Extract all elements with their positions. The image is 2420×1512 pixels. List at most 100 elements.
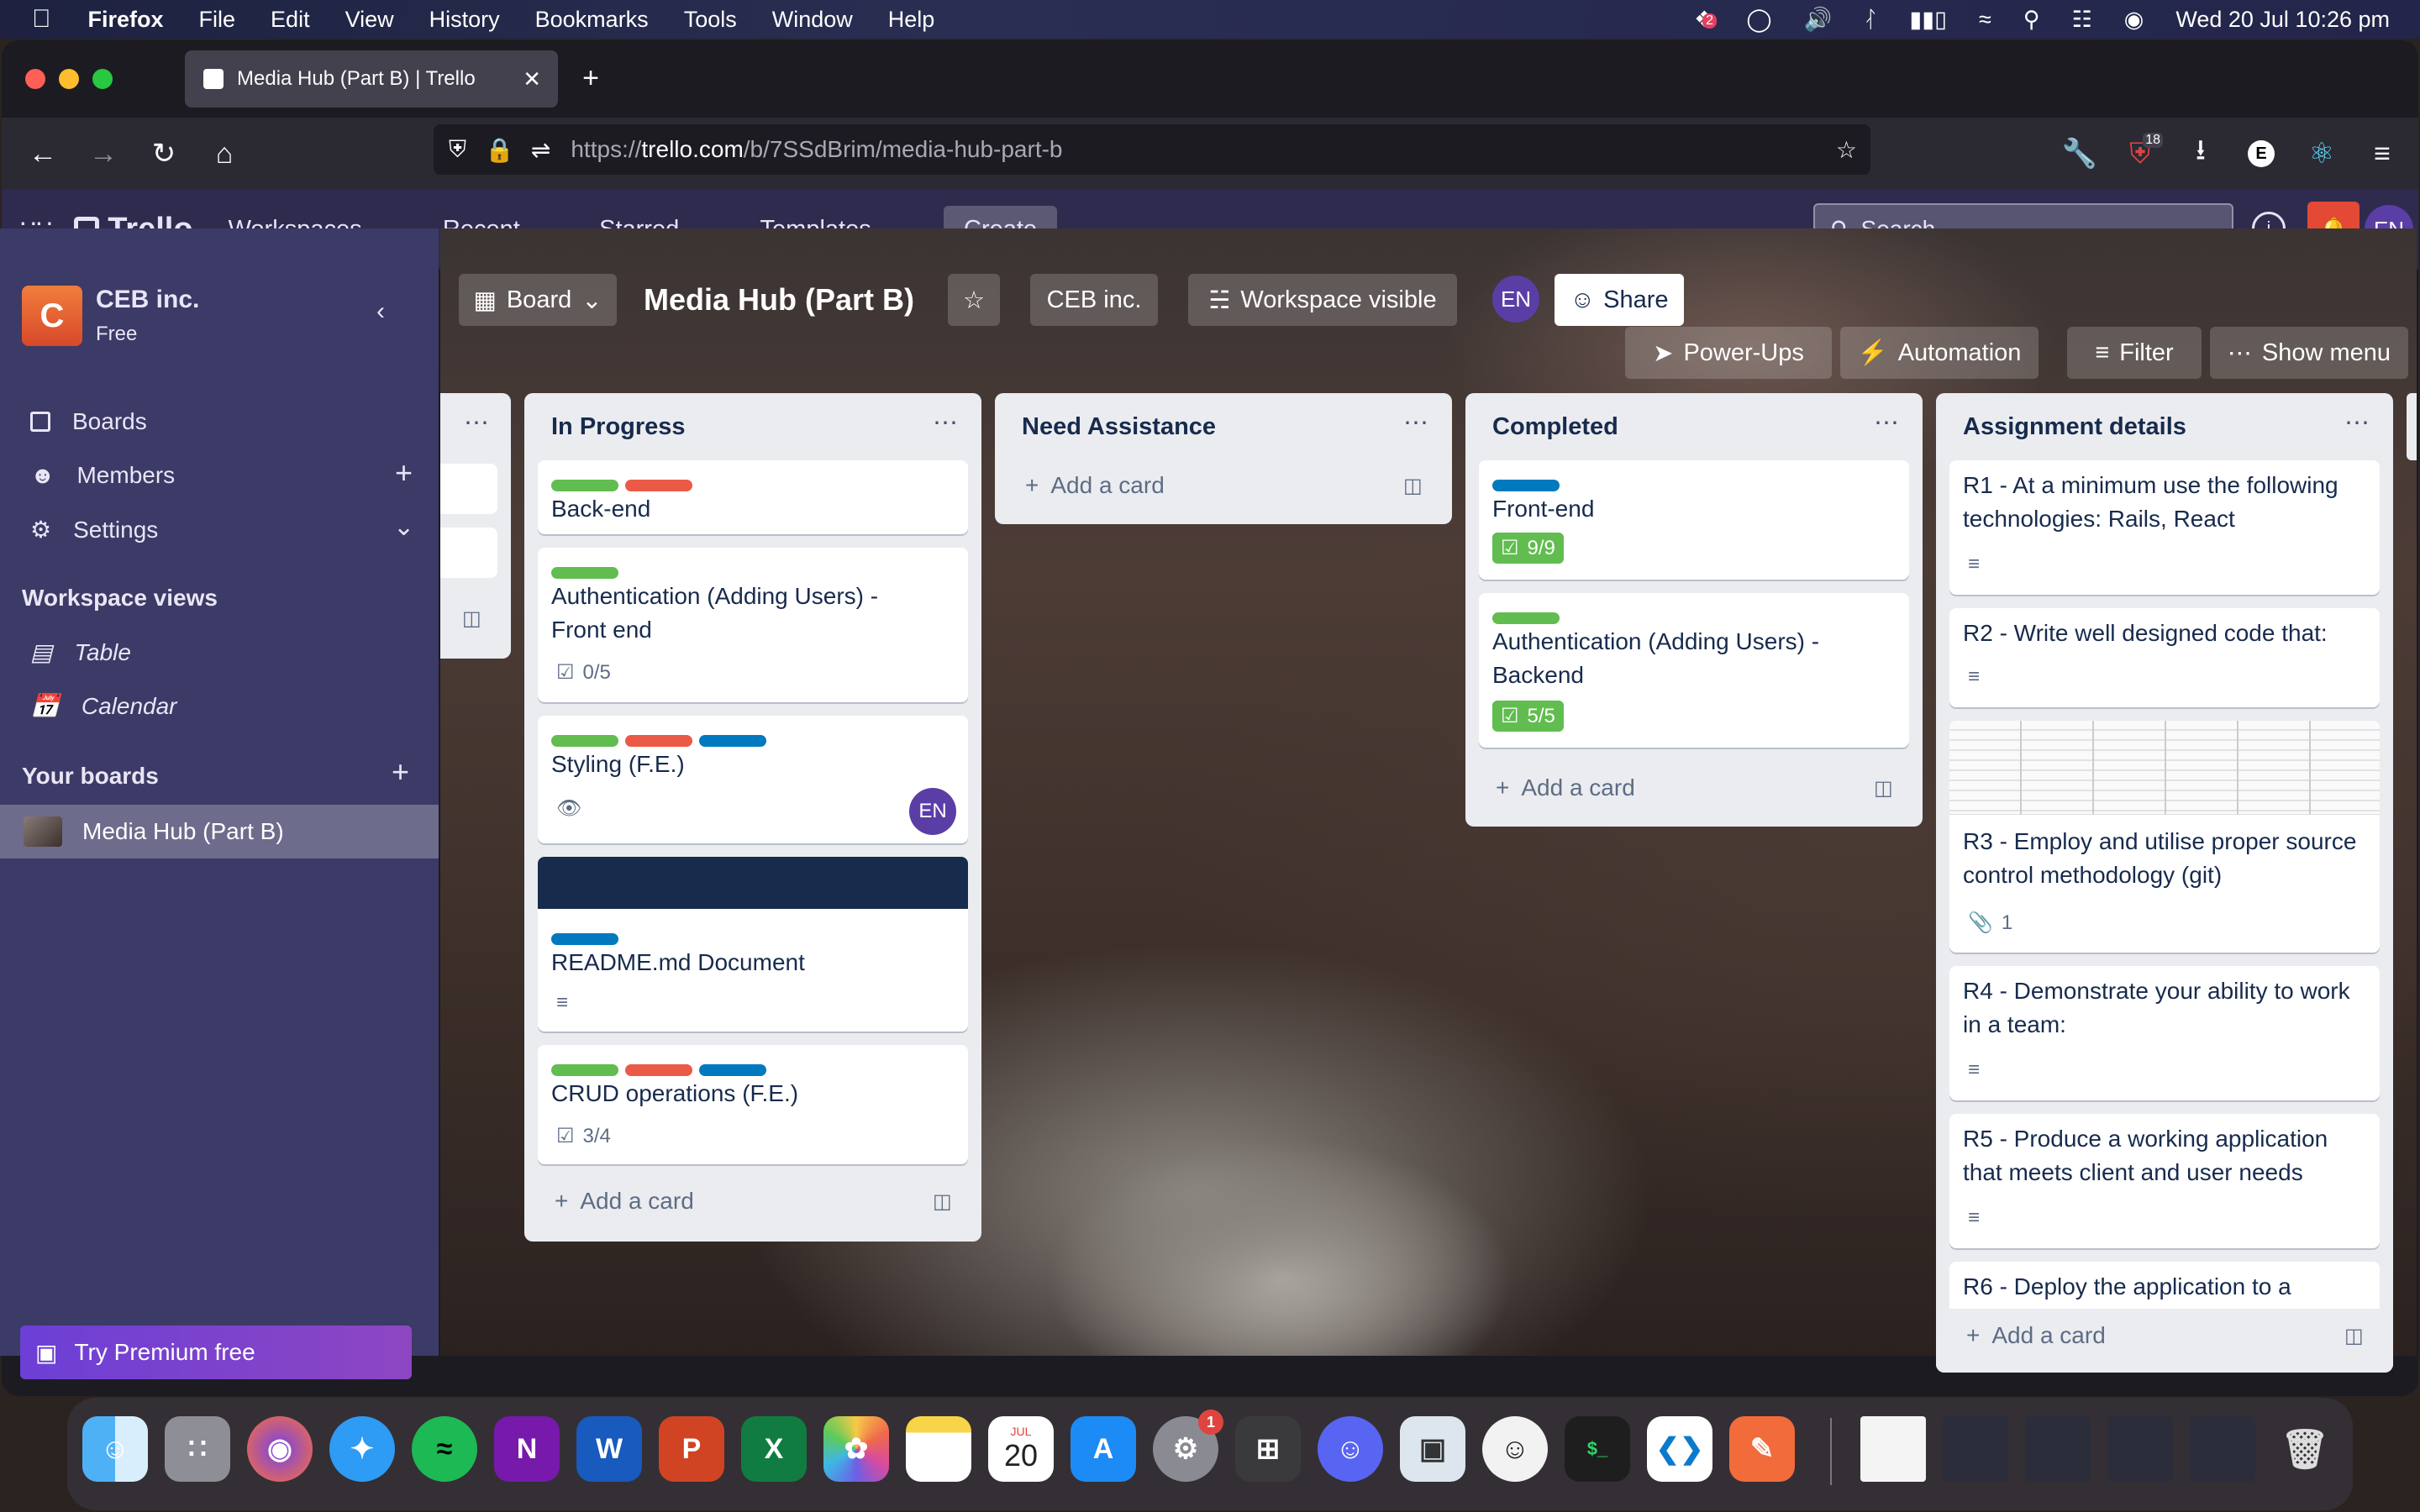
menu-bookmarks[interactable]: Bookmarks [535,7,649,33]
reload-icon[interactable]: ↻ [143,133,185,175]
pencil-app-icon[interactable]: ✎ [1729,1416,1795,1482]
extension-e-icon[interactable]: E [2240,133,2282,175]
board-member-avatar[interactable]: EN [1492,276,1539,323]
react-devtools-icon[interactable]: ⚛ [2301,133,2343,175]
permissions-icon[interactable]: ⇌ [531,136,550,164]
list-menu-icon[interactable]: ⋯ [2344,408,2371,438]
home-icon[interactable]: ⌂ [203,133,245,175]
add-board-icon[interactable]: + [392,754,409,790]
card[interactable]: Front-end ☑ 9/9 [1479,460,1909,580]
template-card-icon[interactable]: ◫ [1403,474,1423,498]
card[interactable]: Styling (F.E.) 👁 EN [538,716,968,843]
board-view-switcher[interactable]: ▦ Board ⌄ [459,274,617,326]
add-member-icon[interactable]: + [395,455,413,491]
sidebar-view-table[interactable]: ▤ Table [30,638,131,666]
list-menu-icon[interactable]: ⋯ [1874,408,1901,438]
template-card-icon[interactable]: ◫ [1874,776,1893,801]
card[interactable]: CRUD operations (F.E.) ☑ 3/4 [538,1045,968,1164]
lock-icon[interactable]: 🔒 [485,136,514,164]
menu-tools[interactable]: Tools [684,7,737,33]
minimized-window-thumbnail[interactable] [2107,1416,2173,1482]
minimized-window-thumbnail[interactable] [2190,1416,2255,1482]
menu-help[interactable]: Help [888,7,935,33]
firefox-icon[interactable]: ◉ [247,1416,313,1482]
menu-file[interactable]: File [199,7,236,33]
list-title[interactable]: Completed [1492,413,1618,441]
card[interactable]: Authentication (Adding Users) - Front en… [538,548,968,702]
card[interactable]: R3 - Employ and utilise proper source co… [1949,721,2380,953]
downloads-icon[interactable]: ⭳ [2180,133,2222,175]
address-bar[interactable]: ⛨ 🔒 ⇌ https:// trello.com /b/7SSdBrim/me… [434,124,1870,175]
app-store-icon[interactable]: A [1071,1416,1136,1482]
close-window-button[interactable] [25,69,45,89]
partial-card[interactable] [440,528,497,578]
visibility-button[interactable]: ☵ Workspace visible [1188,274,1457,326]
board-title[interactable]: Media Hub (Part B) [644,282,914,318]
zoom-window-button[interactable] [92,69,113,89]
list-title[interactable]: Need Assistance [1022,413,1216,441]
share-button[interactable]: ☺ Share [1555,274,1684,326]
control-center-icon[interactable]: ☷ [2072,7,2092,33]
workspace-name[interactable]: CEB inc. [96,286,199,314]
bookmark-star-icon[interactable]: ☆ [1836,136,1857,164]
list-title[interactable]: Assignment details [1963,413,2186,441]
template-card-icon[interactable]: ◫ [933,1189,952,1214]
terminal-icon[interactable]: $_ [1565,1416,1630,1482]
menu-edit[interactable]: Edit [271,7,310,33]
sidebar-item-boards[interactable]: Boards [30,408,147,435]
onenote-icon[interactable]: N [494,1416,560,1482]
app-menu-icon[interactable]: ≡ [2361,133,2403,175]
spotify-icon[interactable]: ≈ [412,1416,477,1482]
card[interactable]: Back-end [538,460,968,534]
add-card-button[interactable]: + Add a card [1966,1322,2106,1349]
add-card-button[interactable]: + Add a card [1496,774,1635,801]
minimize-window-button[interactable] [59,69,79,89]
extensions-wrench-icon[interactable]: 🔧 [2059,133,2101,175]
workspace-button[interactable]: CEB inc. [1030,274,1158,326]
menu-app-name[interactable]: Firefox [88,7,164,33]
list-menu-icon[interactable]: ⋯ [464,408,491,438]
automation-button[interactable]: ⚡ Automation [1840,327,2039,379]
minimized-window-thumbnail[interactable] [1943,1416,2008,1482]
forward-icon[interactable]: → [82,133,124,175]
dropbox-icon[interactable]: ❖2 [1694,7,1718,33]
card[interactable]: Authentication (Adding Users) - Backend … [1479,593,1909,748]
sidebar-item-members[interactable]: ☻ Members [30,462,175,489]
tracking-shield-icon[interactable]: ⛨ [449,136,466,164]
card[interactable]: R4 - Demonstrate your ability to work in… [1949,966,2380,1100]
siri-icon[interactable]: ◉ [2124,7,2144,33]
minimized-window-thumbnail[interactable] [2025,1416,2091,1482]
powerpoint-icon[interactable]: P [659,1416,724,1482]
discord-icon[interactable]: ☺ [1318,1416,1383,1482]
menu-window[interactable]: Window [772,7,853,33]
trash-icon[interactable]: 🗑 [2272,1416,2338,1482]
collapse-sidebar-icon[interactable]: ‹ [376,297,385,326]
volume-icon[interactable]: 🔊 [1804,6,1833,33]
excel-icon[interactable]: X [741,1416,807,1482]
notes-icon[interactable] [906,1416,971,1482]
card-member-avatar[interactable]: EN [909,788,956,835]
new-tab-icon[interactable]: + [570,57,612,99]
preview-icon[interactable]: ▣ [1400,1416,1465,1482]
try-premium-button[interactable]: ▣ Try Premium free [20,1326,412,1379]
menu-view[interactable]: View [345,7,394,33]
card[interactable]: R1 - At a minimum use the following tech… [1949,460,2380,595]
vscode-icon[interactable]: ❮❯ [1647,1416,1712,1482]
workspace-logo[interactable]: C [22,286,82,346]
menubar-datetime[interactable]: Wed 20 Jul 10:26 pm [2175,7,2390,33]
filter-button[interactable]: ≡ Filter [2067,327,2202,379]
list-title[interactable]: In Progress [551,413,686,441]
menu-history[interactable]: History [429,7,500,33]
sidebar-board-item[interactable]: Media Hub (Part B) [0,805,439,858]
spotlight-icon[interactable]: ⚲ [2023,7,2040,33]
close-tab-icon[interactable]: ✕ [523,66,541,92]
bluetooth-icon[interactable]: ᛮ [1864,7,1877,33]
sidebar-item-settings[interactable]: ⚙ Settings [30,516,158,543]
word-icon[interactable]: W [576,1416,642,1482]
calculator-icon[interactable]: ⊞ [1235,1416,1301,1482]
safari-icon[interactable]: ✦ [329,1416,395,1482]
finder-icon[interactable]: ☺ [82,1416,148,1482]
add-card-button[interactable]: + Add a card [555,1188,694,1215]
photos-icon[interactable]: ✿ [823,1416,889,1482]
document-icon[interactable] [1860,1416,1926,1482]
